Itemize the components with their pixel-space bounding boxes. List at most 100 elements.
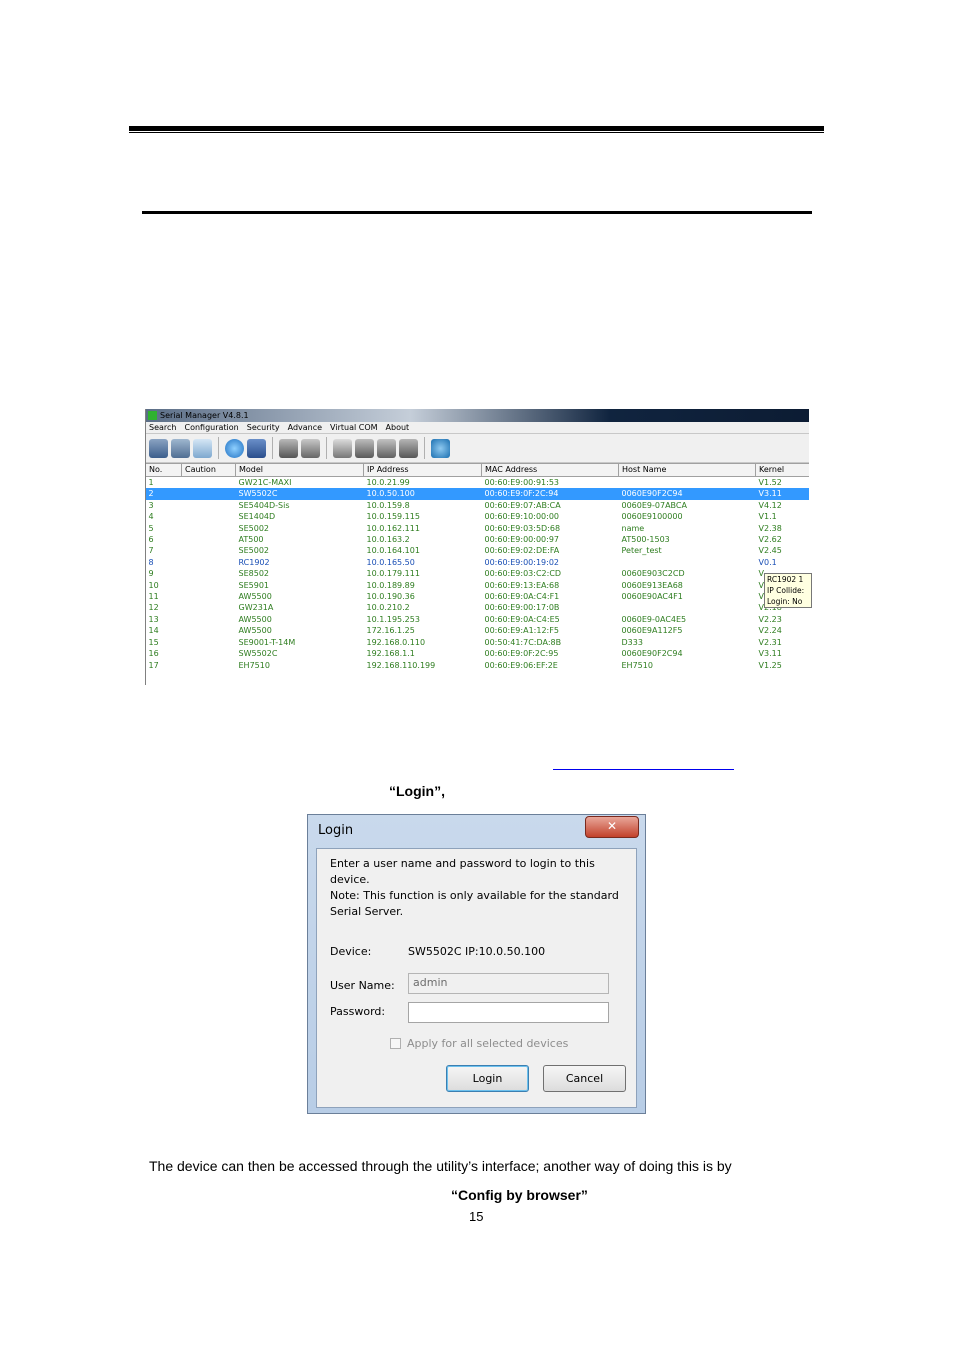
cell-mac: 00:60:E9:0F:2C:95 <box>484 649 559 659</box>
cell-no: 15 <box>148 637 159 647</box>
table-row[interactable]: 6 AT500 10.0.163.2 00:60:E9:00:00:97 AT500-1… <box>146 534 810 545</box>
table-row[interactable]: 12GW231A10.0.210.200:60:E9:00:17:0BV2.18 <box>146 602 810 613</box>
cell-mac: 00:60:E9:0F:2C:94 <box>481 488 619 500</box>
cell-no: 4 <box>148 512 154 522</box>
table-row[interactable]: 4 SE1404D 10.0.159.115 00:60:E9:10:00:00 006… <box>146 511 810 522</box>
close-icon[interactable]: ✕ <box>585 816 639 838</box>
col-ip-address[interactable]: IP Address <box>363 463 482 477</box>
login-message-line: Note: This function is only available fo… <box>330 889 619 918</box>
device-icon[interactable] <box>355 438 374 458</box>
col-mac-address[interactable]: MAC Address <box>481 463 619 477</box>
device-reset-icon[interactable] <box>399 438 418 458</box>
cell-kernel: V1.52 <box>758 478 782 487</box>
cell-host: 0060E9100000 <box>621 512 683 522</box>
cell-no: 11 <box>148 592 159 602</box>
cell-no: 3 <box>148 500 154 510</box>
hyperlink-underline[interactable] <box>553 769 734 770</box>
network-icon[interactable] <box>171 438 190 458</box>
cell-kernel: V0.1 <box>758 557 777 567</box>
cell-caution <box>182 660 236 671</box>
table-row[interactable]: 17 EH7510 192.168.110.199 00:60:E9:06:EF:2E… <box>146 660 810 671</box>
cell-model: SE1404D <box>238 512 276 522</box>
cell-model: AT500 <box>238 535 264 545</box>
cell-host: 0060E9A112F5 <box>621 626 683 636</box>
menu-about[interactable]: About <box>382 422 414 433</box>
browser-icon[interactable] <box>225 438 244 458</box>
col-kernel[interactable]: Kernel <box>755 463 809 477</box>
checkbox-box[interactable] <box>390 1038 401 1049</box>
device-settings-icon[interactable] <box>377 438 396 458</box>
cell-ip: 10.0.164.101 <box>366 546 420 556</box>
menu-advance[interactable]: Advance <box>284 422 326 433</box>
table-row[interactable]: 3 SE5404D-Sis 10.0.159.8 00:60:E9:07:AB:CA 0… <box>146 500 810 511</box>
table-row[interactable]: 14 AW5500 172.16.1.25 00:60:E9:A1:12:F5 0060… <box>146 625 810 636</box>
phone-icon[interactable] <box>431 438 450 458</box>
menu-security[interactable]: Security <box>243 422 284 433</box>
section-rule <box>142 211 812 214</box>
login-button[interactable]: Login <box>446 1065 529 1092</box>
cell-caution <box>182 523 236 534</box>
login-message: Enter a user name and password to login … <box>330 856 630 920</box>
serial-manager-menubar: Search Configuration Security Advance Vi… <box>145 422 809 433</box>
cell-ip: 192.168.1.1 <box>366 649 415 659</box>
search-icon[interactable] <box>149 438 168 458</box>
cell-model: SE9001-T-14M <box>238 637 296 647</box>
menu-virtual-com[interactable]: Virtual COM <box>326 422 381 433</box>
table-row[interactable]: 9 SE8502 10.0.179.111 00:60:E9:03:C2:CD 0060… <box>146 568 810 579</box>
cell-host <box>619 477 756 489</box>
cell-caution <box>182 614 236 625</box>
config-file-icon[interactable] <box>333 438 352 458</box>
cell-kernel: V3.11 <box>758 649 782 659</box>
table-row[interactable]: 10 SE5901 10.0.189.89 00:60:E9:13:EA:68 0060… <box>146 580 810 591</box>
device-value: SW5502C IP:10.0.50.100 <box>408 945 546 958</box>
cell-caution <box>182 511 236 522</box>
cell-mac: 00:60:E9:13:EA:68 <box>484 580 560 590</box>
table-row[interactable]: 5 SE5002 10.0.162.111 00:60:E9:03:5D:68 name… <box>146 523 810 534</box>
table-row[interactable]: 2 SW5502C 10.0.50.100 00:60:E9:0F:2C:94 0060… <box>145 488 809 500</box>
cell-caution <box>182 637 236 648</box>
cell-mac: 00:60:E9:02:DE:FA <box>484 546 560 556</box>
device-table-header: No. Caution Model IP Address MAC Address… <box>145 463 809 477</box>
password-input[interactable] <box>408 1002 609 1023</box>
cell-mac: 00:60:E9:00:19:02 <box>484 557 560 567</box>
col-model[interactable]: Model <box>235 463 364 477</box>
serial-manager-title: Serial Manager V4.8.1 <box>160 411 249 420</box>
cell-no: 10 <box>148 580 159 590</box>
table-row[interactable]: 13 AW5500 10.1.195.253 00:60:E9:0A:C4:E5 006… <box>146 614 810 625</box>
table-row[interactable]: 7 SE5002 10.0.164.101 00:60:E9:02:DE:FA Pete… <box>146 545 810 556</box>
cell-ip: 10.0.179.111 <box>366 569 420 579</box>
apply-all-checkbox[interactable]: Apply for all selected devices <box>390 1037 568 1050</box>
cell-host: 0060E9-07ABCA <box>621 500 687 510</box>
cell-ip: 192.168.110.199 <box>366 660 436 670</box>
download-icon[interactable] <box>301 438 320 458</box>
table-row[interactable]: 16 SW5502C 192.168.1.1 00:60:E9:0F:2C:95 006… <box>146 648 810 659</box>
cell-kernel: V2.31 <box>758 637 782 647</box>
cell-no: 12 <box>148 603 159 613</box>
cancel-button[interactable]: Cancel <box>543 1065 626 1092</box>
username-label: User Name: <box>330 979 395 992</box>
table-row[interactable]: 11 AW5500 10.0.190.36 00:60:E9:0A:C4:F1 0060… <box>146 591 810 602</box>
cell-model: GW231A <box>238 603 274 613</box>
cell-mac: 00:60:E9:0A:C4:F1 <box>484 592 560 602</box>
save-icon[interactable] <box>247 438 266 458</box>
menu-search[interactable]: Search <box>145 422 180 433</box>
col-no[interactable]: No. <box>145 463 182 477</box>
col-caution[interactable]: Caution <box>181 463 236 477</box>
col-host-name[interactable]: Host Name <box>618 463 756 477</box>
cell-ip: 10.0.159.8 <box>366 500 410 510</box>
cell-mac: 00:60:E9:0A:C4:E5 <box>484 614 560 624</box>
cell-kernel: V2.24 <box>758 626 782 636</box>
hand-icon[interactable] <box>193 438 212 458</box>
cell-no: 1 <box>148 478 154 487</box>
cell-mac: 00:60:E9:03:C2:CD <box>484 569 562 579</box>
cell-caution <box>182 500 236 511</box>
cell-host: name <box>621 523 645 533</box>
cell-caution <box>182 580 236 591</box>
menu-configuration[interactable]: Configuration <box>180 422 242 433</box>
upload-icon[interactable] <box>279 438 298 458</box>
table-row[interactable]: 1 GW21C-MAXI 10.0.21.99 00:60:E9:00:91:53 V1… <box>146 477 810 489</box>
table-row[interactable]: 15 SE9001-T-14M 192.168.0.110 00:50:41:7C:D… <box>146 637 810 648</box>
username-input[interactable]: admin <box>408 973 609 994</box>
cell-model: AW5500 <box>238 592 272 602</box>
table-row[interactable]: 8 RC1902 10.0.165.50 00:60:E9:00:19:02 V0.1 <box>146 557 810 568</box>
